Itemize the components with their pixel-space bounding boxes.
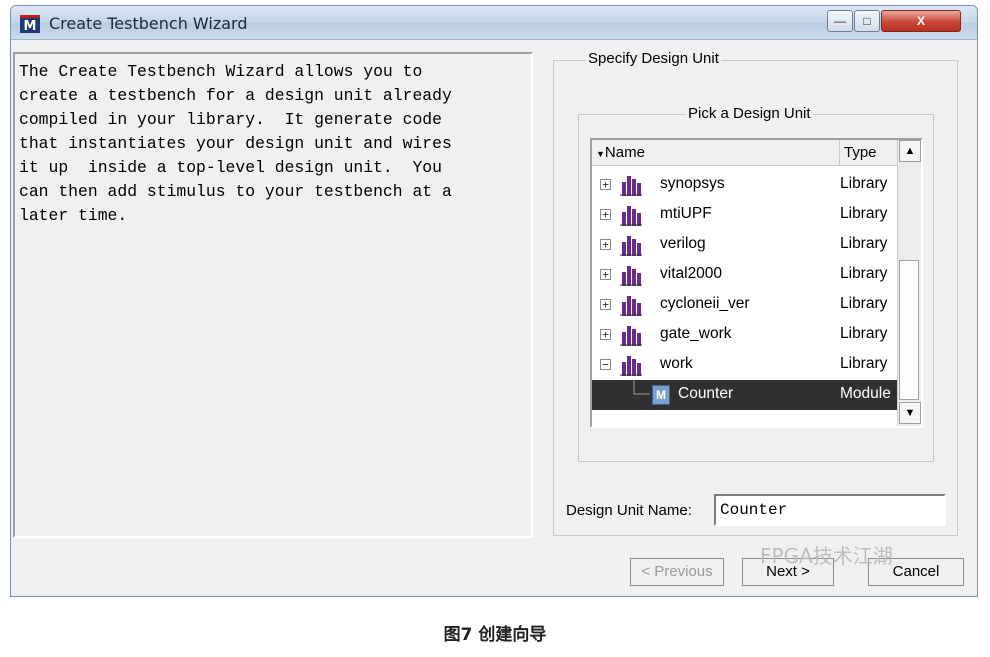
expand-toggle-icon[interactable]: + [600,269,611,280]
module-icon: M [652,385,670,405]
description-panel: The Create Testbench Wizard allows you t… [13,52,533,538]
expand-toggle-icon[interactable]: + [600,299,611,310]
tree-row-name: synopsys [660,175,725,192]
tree-row[interactable]: + mtiUPF Library [592,200,897,230]
modelsim-app-icon: M [20,15,40,34]
window-title: Create Testbench Wizard [49,14,248,33]
vertical-scrollbar[interactable]: ▲ ▼ [897,140,921,426]
tree-row[interactable]: − work Library [592,350,897,380]
tree-row-selected[interactable]: M Counter Module [592,380,897,410]
tree-row[interactable]: + cycloneii_ver Library [592,290,897,320]
library-icon [620,206,642,226]
column-header-name[interactable]: ▼Name [592,140,840,166]
tree-row-name: work [660,355,693,372]
library-icon [620,326,642,346]
tree-row-type: Library [840,265,888,282]
scroll-left-button[interactable]: ◀ [592,427,614,428]
vertical-scroll-thumb[interactable] [899,260,919,400]
expand-toggle-icon[interactable]: + [600,179,611,190]
pick-design-unit-label: Pick a Design Unit [686,105,813,122]
expand-toggle-icon[interactable]: + [600,209,611,220]
tree-row[interactable]: + verilog Library [592,230,897,260]
expand-toggle-icon[interactable]: + [600,239,611,250]
tree-row[interactable]: + vital2000 Library [592,260,897,290]
sort-triangle-icon: ▼ [596,149,605,159]
library-icon [620,356,642,376]
close-button[interactable]: X [881,10,961,32]
horizontal-scroll-thumb[interactable] [616,427,871,428]
previous-button[interactable]: < Previous [630,558,724,586]
horizontal-scrollbar[interactable]: ◀ ▶ [592,426,897,428]
tree-row-type: Library [840,295,888,312]
library-icon [620,266,642,286]
scroll-right-button[interactable]: ▶ [873,427,895,428]
tree-row-name: mtiUPF [660,205,712,222]
tree-row-type: Library [840,235,888,252]
tree-connector-icon [633,380,650,395]
design-unit-name-input[interactable] [714,494,946,526]
tree-row-name: vital2000 [660,265,723,282]
scroll-up-button[interactable]: ▲ [899,140,921,162]
library-icon [620,236,642,256]
watermark-text: FPGA技术江湖 [760,544,893,568]
tree-row[interactable]: + synopsys Library [592,170,897,200]
design-unit-tree[interactable]: ▼Name Type + synopsys Library + mtiUPF Librar… [590,138,923,428]
scroll-down-button[interactable]: ▼ [899,402,921,424]
library-icon [620,296,642,316]
title-bar[interactable]: M Create Testbench Wizard — □ X [11,6,977,40]
library-icon [620,176,642,196]
tree-row-type: Module [840,385,891,402]
expand-toggle-icon[interactable]: + [600,329,611,340]
tree-header: ▼Name Type [592,140,897,166]
tree-row[interactable]: + gate_work Library [592,320,897,350]
tree-row-name: cycloneii_ver [660,295,750,312]
column-header-type[interactable]: Type [842,140,897,166]
tree-row-name: gate_work [660,325,732,342]
expand-toggle-icon[interactable]: − [600,359,611,370]
tree-row-name: verilog [660,235,706,252]
minimize-button[interactable]: — [827,10,853,32]
design-unit-name-label: Design Unit Name: [566,502,692,519]
tree-row-type: Library [840,205,888,222]
tree-row-type: Library [840,355,888,372]
description-text: The Create Testbench Wizard allows you t… [19,62,452,225]
tree-row-type: Library [840,175,888,192]
maximize-button[interactable]: □ [854,10,880,32]
tree-row-name: Counter [678,385,734,402]
figure-caption: 图7 创建向导 [443,625,547,645]
tree-row-type: Library [840,325,888,342]
column-name-label: Name [604,144,645,161]
specify-design-unit-label: Specify Design Unit [586,50,721,67]
